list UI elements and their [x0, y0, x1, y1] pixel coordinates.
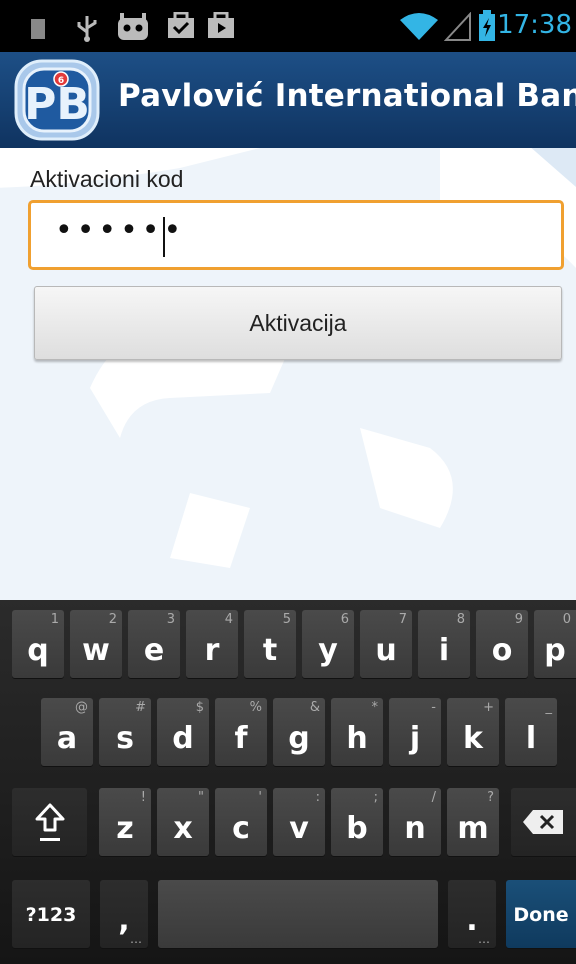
wifi-icon	[400, 13, 438, 40]
done-key[interactable]: Done	[506, 880, 576, 948]
key-u[interactable]: 7u	[360, 610, 412, 678]
usb-icon	[77, 16, 97, 42]
app-header: PB 6 Pavlović International Bank	[0, 52, 576, 148]
space-key[interactable]	[158, 880, 438, 948]
activate-button[interactable]: Aktivacija	[34, 286, 562, 360]
key-x[interactable]: " x	[157, 788, 209, 856]
key-c[interactable]: ' c	[215, 788, 267, 856]
status-bar: 17:38	[0, 0, 576, 52]
key-p[interactable]: 0p	[534, 610, 576, 678]
key-y[interactable]: 6y	[302, 610, 354, 678]
key-v[interactable]: :v	[273, 788, 325, 856]
activation-form: Aktivacioni kod •••••• Aktivacija	[0, 148, 576, 600]
status-clock: 17:38	[497, 10, 572, 40]
key-l[interactable]: _ l	[505, 698, 557, 766]
shift-arrow-icon	[35, 803, 65, 841]
activation-code-input[interactable]: ••••••	[28, 200, 564, 270]
key-s[interactable]: # s	[99, 698, 151, 766]
key-d[interactable]: $ d	[157, 698, 209, 766]
text-cursor	[163, 217, 165, 257]
key-g[interactable]: & g	[273, 698, 325, 766]
activation-code-label: Aktivacioni kod	[30, 166, 184, 192]
key-k[interactable]: + k	[447, 698, 499, 766]
key-j[interactable]: -j	[389, 698, 441, 766]
sd-card-icon	[31, 19, 45, 39]
checklist-icon	[168, 12, 194, 38]
soft-keyboard: 1q 2w 3e 4r 5t 6y 7u 8i 9o 0p @ a # s $ d %…	[0, 600, 576, 964]
android-debug-icon	[118, 13, 148, 40]
backspace-icon	[523, 810, 563, 834]
key-o[interactable]: 9o	[476, 610, 528, 678]
key-w[interactable]: 2w	[70, 610, 122, 678]
comma-key[interactable]: ,…	[100, 880, 148, 948]
key-i[interactable]: 8i	[418, 610, 470, 678]
key-t[interactable]: 5t	[244, 610, 296, 678]
activation-code-value: ••••••	[55, 213, 186, 248]
period-key[interactable]: .…	[448, 880, 496, 948]
play-store-icon	[208, 12, 234, 38]
key-m[interactable]: ? m	[447, 788, 499, 856]
svg-text:PB: PB	[24, 79, 90, 130]
app-title: Pavlović International Bank	[118, 78, 576, 114]
key-b[interactable]: ; b	[331, 788, 383, 856]
key-a[interactable]: @ a	[41, 698, 93, 766]
shift-key[interactable]	[12, 788, 87, 856]
key-f[interactable]: % f	[215, 698, 267, 766]
key-q[interactable]: 1q	[12, 610, 64, 678]
key-r[interactable]: 4r	[186, 610, 238, 678]
battery-charging-icon	[479, 10, 495, 41]
symbols-key[interactable]: ?123	[12, 880, 90, 948]
key-e[interactable]: 3e	[128, 610, 180, 678]
key-h[interactable]: * h	[331, 698, 383, 766]
backspace-key[interactable]	[511, 788, 576, 856]
key-z[interactable]: ! z	[99, 788, 151, 856]
signal-icon	[444, 12, 471, 41]
bank-logo-icon: PB 6	[14, 59, 100, 141]
key-n[interactable]: / n	[389, 788, 441, 856]
svg-text:6: 6	[58, 76, 64, 86]
